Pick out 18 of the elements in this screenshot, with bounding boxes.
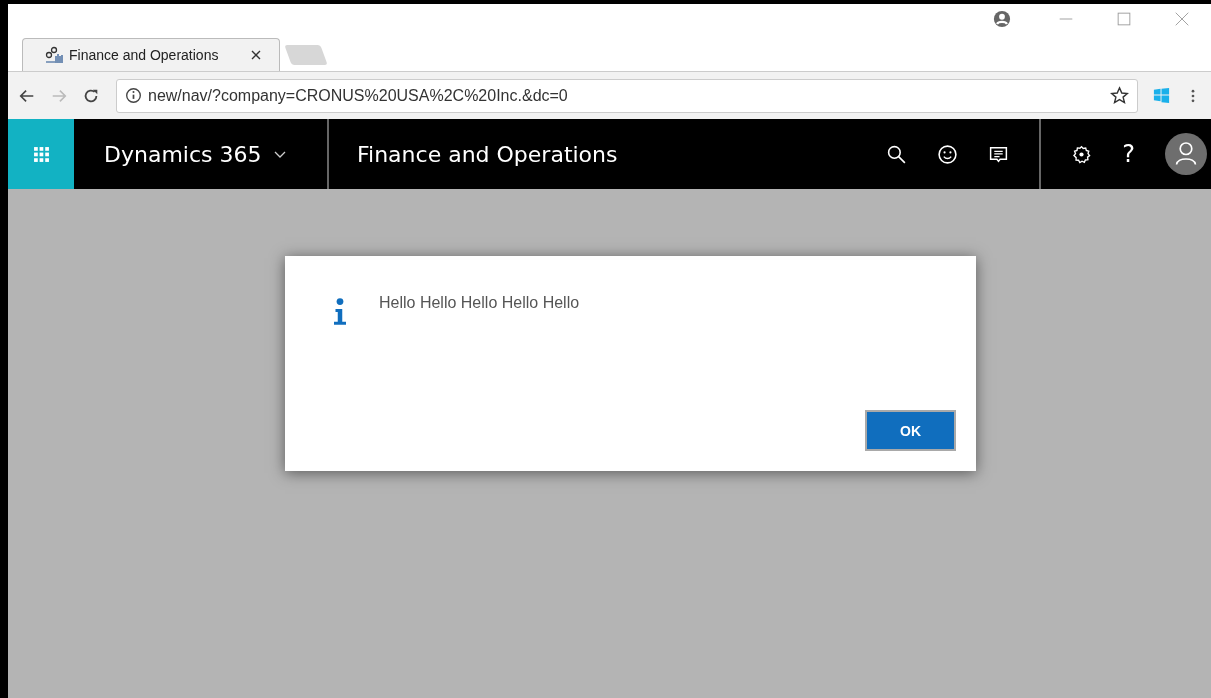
ok-button[interactable]: OK (865, 410, 956, 451)
settings-icon[interactable] (1071, 143, 1093, 165)
url-text: new/nav/?company=CRONUS%20USA%2C%20Inc.&dc=0 (148, 86, 569, 105)
tab-title: Finance and Operations (69, 47, 220, 63)
star-icon[interactable] (1110, 86, 1129, 105)
profile-icon[interactable] (993, 10, 1011, 28)
search-icon[interactable] (886, 143, 908, 165)
help-button[interactable]: ? (1118, 140, 1139, 168)
module-title: Finance and Operations (356, 141, 619, 167)
waffle-icon (32, 145, 50, 163)
info-icon[interactable] (125, 87, 142, 104)
address-bar[interactable]: new/nav/?company=CRONUS%20USA%2C%20Inc.&dc=0 (116, 78, 1138, 113)
browser-tab[interactable]: Finance and Operations (22, 38, 280, 71)
user-avatar-icon[interactable] (1165, 133, 1207, 175)
gears-chart-icon (45, 46, 63, 64)
close-icon[interactable] (251, 50, 261, 60)
smiley-icon[interactable] (937, 143, 959, 165)
dialog-message: Hello Hello Hello Hello Hello (379, 294, 580, 312)
